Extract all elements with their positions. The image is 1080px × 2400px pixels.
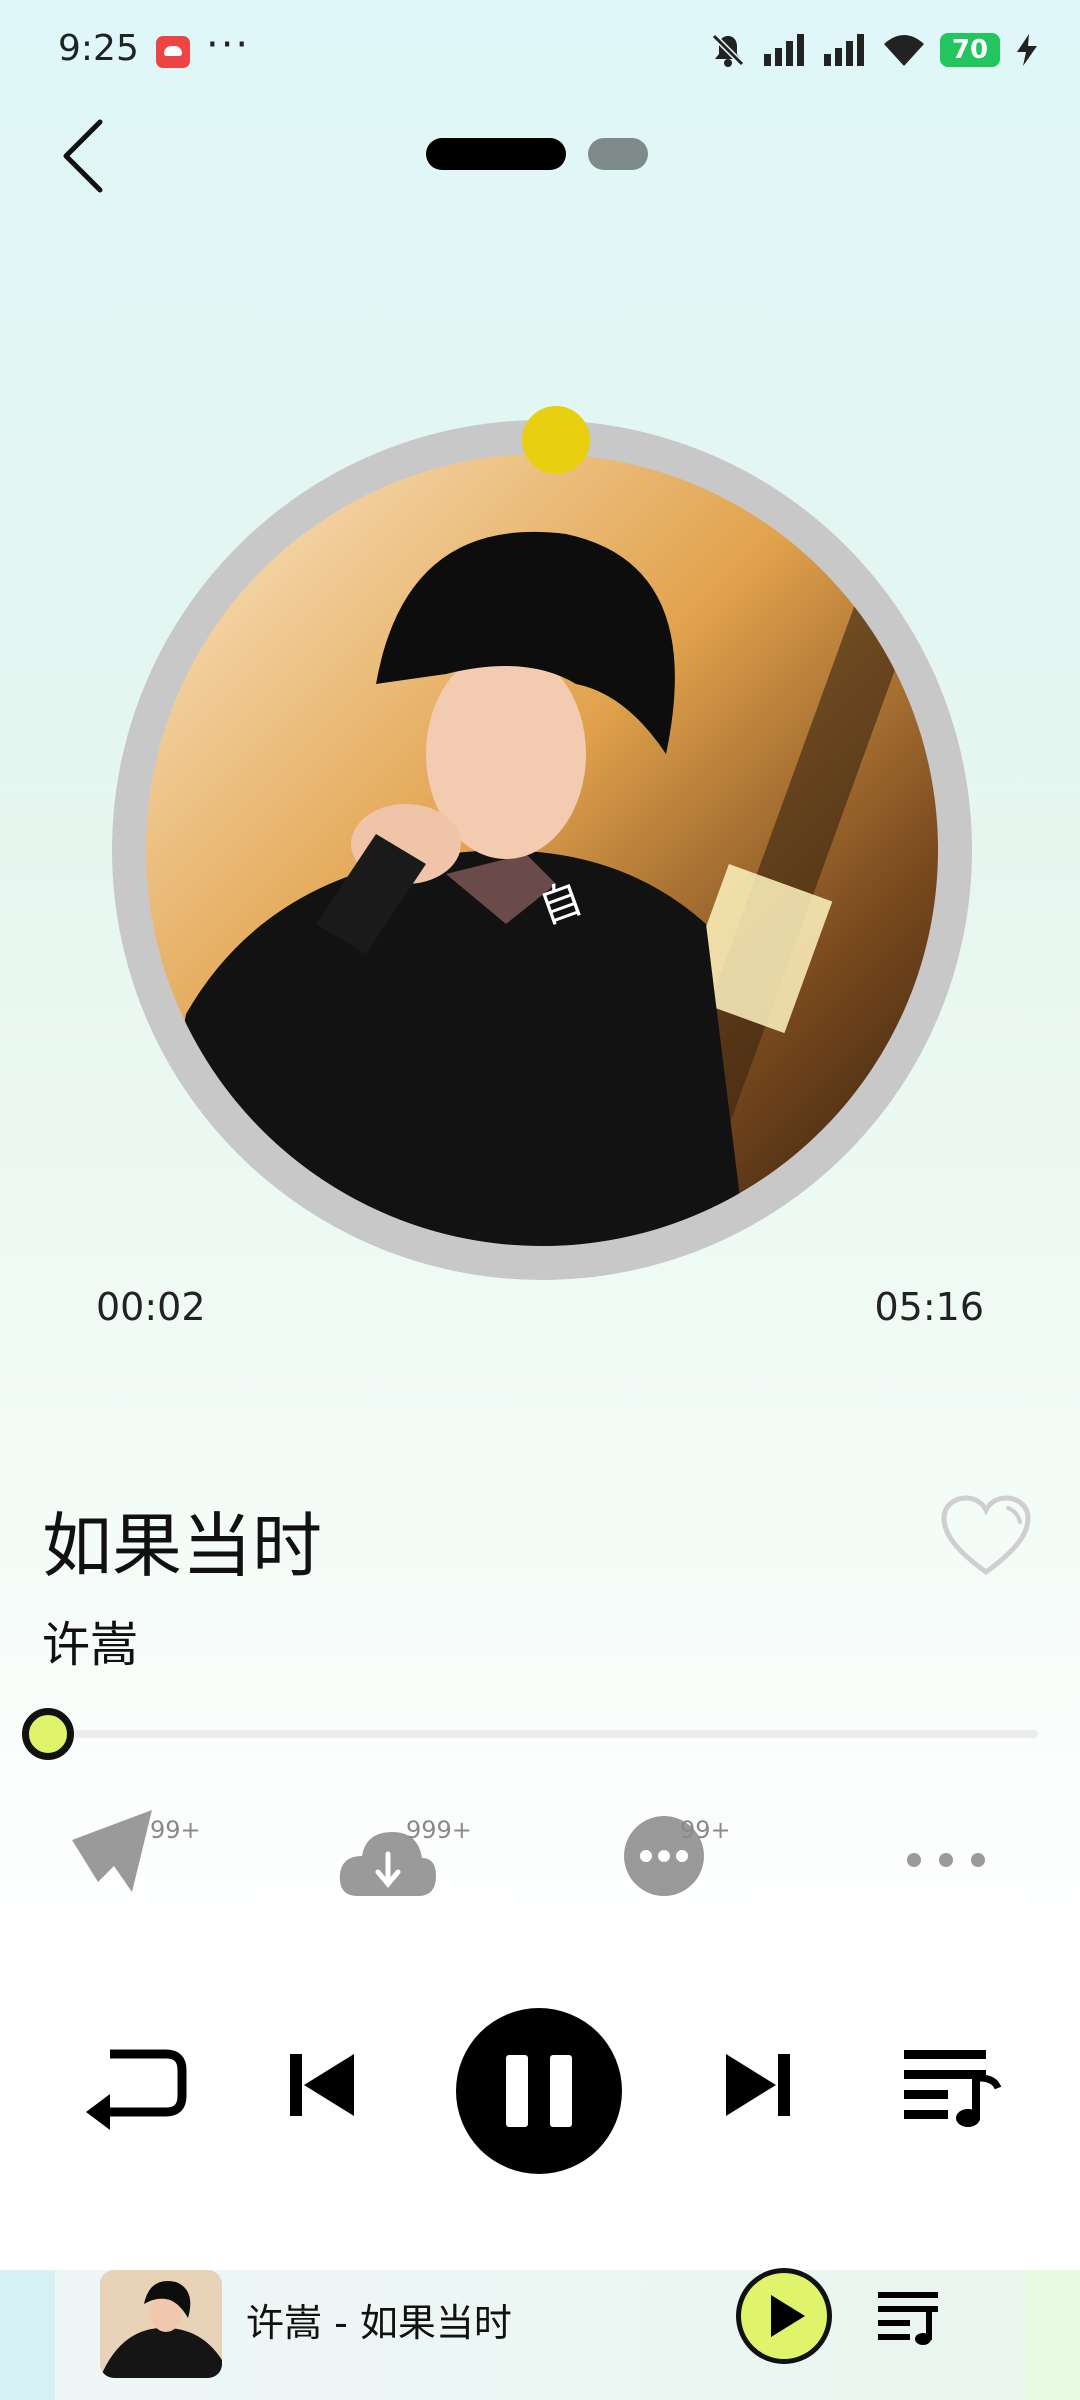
previous-icon[interactable] — [288, 2040, 358, 2130]
artist-name[interactable]: 许嵩 — [42, 1605, 138, 1675]
share-badge: 99+ — [150, 1816, 201, 1844]
status-time: 9:25 — [58, 28, 139, 69]
signal-icon — [764, 34, 804, 66]
mini-player-track[interactable]: 许嵩 - 如果当时 — [246, 2292, 512, 2347]
seek-track[interactable] — [50, 1730, 1038, 1738]
mini-playlist-icon[interactable] — [876, 2286, 946, 2346]
download-badge: 999+ — [406, 1816, 472, 1844]
play-icon — [771, 2295, 805, 2337]
album-cover: 自 — [146, 454, 938, 1246]
next-icon[interactable] — [722, 2040, 792, 2130]
page-indicator-active[interactable] — [426, 138, 566, 170]
more-icon[interactable] — [900, 1810, 1020, 1900]
page-indicator-inactive[interactable] — [588, 138, 648, 170]
total-duration: 05:16 — [874, 1285, 984, 1329]
pause-icon-bar-left — [506, 2055, 528, 2127]
app-notification-icon — [156, 36, 190, 68]
repeat-icon[interactable] — [80, 2040, 190, 2130]
playlist-icon[interactable] — [902, 2040, 1002, 2130]
mini-player-edge-left — [0, 2270, 60, 2400]
heart-icon[interactable] — [940, 1494, 1032, 1578]
song-title: 如果当时 — [42, 1505, 322, 1587]
wifi-icon — [884, 35, 924, 66]
status-icons: 70 — [708, 30, 1040, 70]
pause-icon-bar-right — [550, 2055, 572, 2127]
charging-icon — [1017, 34, 1037, 66]
mini-album-cover[interactable] — [100, 2270, 222, 2378]
elapsed-time: 00:02 — [96, 1285, 206, 1329]
status-more-icon: ··· — [206, 22, 251, 68]
seek-knob[interactable] — [22, 1708, 74, 1760]
mute-bell-icon — [711, 33, 745, 67]
signal-icon-2 — [824, 34, 864, 66]
battery-indicator: 70 — [940, 33, 1000, 67]
mini-play-button[interactable] — [736, 2268, 832, 2364]
pause-button[interactable] — [456, 2008, 622, 2174]
disc-progress-knob[interactable] — [522, 406, 590, 474]
back-icon[interactable] — [54, 114, 114, 198]
comment-badge: 99+ — [680, 1816, 731, 1844]
mini-player-edge-right — [1020, 2270, 1080, 2400]
